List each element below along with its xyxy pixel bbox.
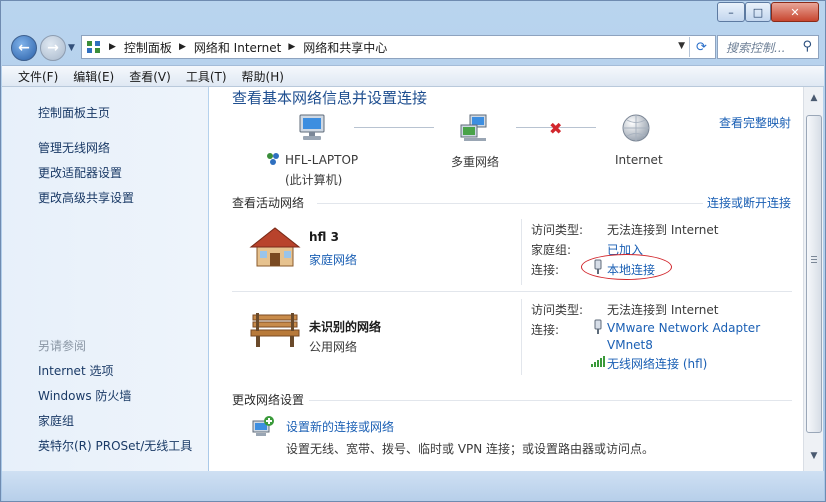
back-button[interactable]: ← [11,35,37,61]
network-2-access-label: 访问类型: [531,303,584,317]
title-bar: – □ ✕ [1,1,825,29]
sidebar-see-also-heading: 另请参阅 [38,339,87,353]
computer-icon [295,113,329,146]
sidebar-control-panel-home[interactable]: 控制面板主页 [38,104,110,121]
network-2-type: 公用网络 [309,340,358,354]
network-2-wireless-link[interactable]: 无线网络连接 (hfl) [607,355,707,372]
breadcrumb-control-panel[interactable]: 控制面板 [124,39,172,56]
map-multiple-networks: 多重网络 [451,155,500,169]
window-bottom-frame [2,471,824,501]
page-title: 查看基本网络信息并设置连接 [232,89,428,107]
setup-description: 设置无线、宽带、拨号、临时或 VPN 连接；或设置路由器或访问点。 [286,442,655,456]
address-bar[interactable]: ▶ 控制面板 ▶ 网络和 Internet ▶ 网络和共享中心 ▼ ⟳ [81,35,716,59]
menu-tools[interactable]: 工具(T) [186,68,227,85]
vertical-scrollbar[interactable]: ▲ ▼ [803,87,823,471]
map-internet: Internet [615,153,663,167]
change-settings-heading: 更改网络设置 [232,393,305,407]
close-button[interactable]: ✕ [771,2,819,22]
connect-disconnect-link[interactable]: 连接或断开连接 [707,194,791,211]
refresh-button[interactable]: ⟳ [689,37,713,57]
sidebar-intel-proset[interactable]: 英特尔(R) PROSet/无线工具 [38,437,192,454]
scroll-down-arrow-icon[interactable]: ▼ [807,451,821,465]
active-networks-heading: 查看活动网络 [232,196,305,210]
sidebar-internet-options[interactable]: Internet 选项 [38,362,113,379]
network-2-connection-label: 连接: [531,323,560,337]
network-1-divider [521,219,522,285]
breadcrumb-separator[interactable]: ▶ [288,42,295,52]
scrollbar-thumb[interactable] [806,115,822,433]
sidebar-advanced-sharing[interactable]: 更改高级共享设置 [38,189,134,206]
breadcrumb-separator[interactable]: ▶ [179,42,186,52]
network-1-name: hfl 3 [309,230,339,244]
main-content: 查看基本网络信息并设置连接 ✖ HFL-LAPTOP (此计算机) 多重网络 I… [209,87,803,471]
menu-view[interactable]: 查看(V) [129,68,171,85]
breadcrumb-network-sharing-center[interactable]: 网络和共享中心 [303,39,387,56]
maximize-button[interactable]: □ [745,2,771,22]
highlight-annotation-oval [581,254,672,280]
refresh-icon: ⟳ [696,39,707,55]
setup-connection-icon [251,415,275,442]
forward-button[interactable]: → [40,35,66,61]
navigation-bar: ← → ▼ ▶ 控制面板 ▶ 网络和 Internet ▶ 网络和共享中心 ▼ … [9,31,819,61]
menu-bar: 文件(F) 编辑(E) 查看(V) 工具(T) 帮助(H) [2,65,824,87]
scrollbar-grip [811,256,817,257]
multiple-networks-icon [458,113,492,146]
internet-globe-icon [621,113,651,146]
search-icon[interactable]: ⚲ [802,39,812,54]
sidebar-manage-wireless[interactable]: 管理无线网络 [38,139,110,156]
sidebar: 控制面板主页 管理无线网络 更改适配器设置 更改高级共享设置 另请参阅 Inte… [2,87,208,471]
menu-file[interactable]: 文件(F) [18,68,58,85]
network-1-access-value: 无法连接到 Internet [607,223,719,237]
sidebar-homegroup[interactable]: 家庭组 [38,412,74,429]
section-divider [232,291,792,292]
sidebar-windows-firewall[interactable]: Windows 防火墙 [38,387,131,404]
arrow-left-icon: ← [18,40,30,56]
map-connector-line [354,127,434,128]
network-1-type-link[interactable]: 家庭网络 [309,251,357,268]
breadcrumb-separator[interactable]: ▶ [109,42,116,52]
menu-edit[interactable]: 编辑(E) [73,68,114,85]
network-2-vmnet8-link[interactable]: VMnet8 [607,338,653,352]
breadcrumb-network-internet[interactable]: 网络和 Internet [194,39,281,56]
minimize-button[interactable]: – [717,2,745,22]
network-2-name: 未识别的网络 [309,320,382,334]
search-placeholder: 搜索控制... [726,40,786,55]
wireless-signal-icon [591,355,605,370]
home-network-icon [249,225,301,272]
map-computer-name: HFL-LAPTOP [285,153,359,167]
network-2-access-value: 无法连接到 Internet [607,303,719,317]
network-2-vmware-link[interactable]: VMware Network Adapter [607,321,760,335]
section-divider [309,400,792,401]
network-sharing-center-window: – □ ✕ ← → ▼ ▶ 控制面板 ▶ 网络和 Internet ▶ 网络和共… [0,0,826,502]
scroll-up-arrow-icon[interactable]: ▲ [807,93,821,107]
map-computer-sub: (此计算机) [285,173,343,187]
network-1-access-label: 访问类型: [531,223,584,237]
view-full-map-link[interactable]: 查看完整映射 [719,114,791,131]
network-1-connection-label: 连接: [531,263,560,277]
network-share-icon [265,151,281,170]
disconnected-x-icon: ✖ [549,119,563,138]
arrow-right-icon: → [47,40,59,56]
control-panel-icon [86,39,102,55]
search-input[interactable]: 搜索控制... ⚲ [717,35,819,59]
network-2-divider [521,299,522,375]
chevron-down-icon: ▼ [68,43,75,53]
recent-pages-dropdown[interactable]: ▼ [68,43,75,53]
public-network-bench-icon [249,309,301,352]
network-1-homegroup-label: 家庭组: [531,243,572,257]
address-history-dropdown[interactable]: ▼ [678,41,685,51]
section-divider [317,203,703,204]
menu-help[interactable]: 帮助(H) [242,68,284,85]
sidebar-change-adapter[interactable]: 更改适配器设置 [38,164,122,181]
setup-new-connection-link[interactable]: 设置新的连接或网络 [286,418,394,435]
ethernet-plug-icon [593,319,603,338]
